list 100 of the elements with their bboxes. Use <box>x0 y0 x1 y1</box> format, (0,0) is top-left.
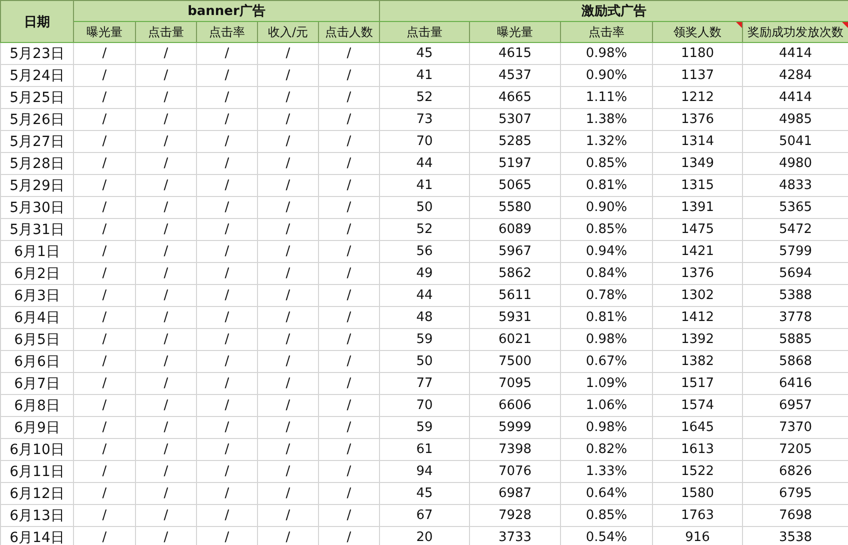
table-cell: / <box>136 416 196 438</box>
table-cell: 1412 <box>652 306 742 328</box>
date-cell: 5月31日 <box>0 218 74 240</box>
table-cell: 52 <box>380 86 470 108</box>
table-cell: 0.67% <box>560 350 652 372</box>
table-cell: / <box>136 482 196 504</box>
table-cell: / <box>258 108 318 130</box>
table-cell: / <box>196 350 258 372</box>
table-cell: / <box>196 196 258 218</box>
date-cell: 5月30日 <box>0 196 74 218</box>
table-cell: / <box>74 86 136 108</box>
table-cell: / <box>196 306 258 328</box>
table-cell: 7500 <box>470 350 560 372</box>
table-cell: 5197 <box>470 152 560 174</box>
table-cell: 70 <box>380 130 470 152</box>
table-cell: / <box>258 394 318 416</box>
table-cell: 0.85% <box>560 218 652 240</box>
date-cell: 5月27日 <box>0 130 74 152</box>
date-cell: 5月28日 <box>0 152 74 174</box>
table-cell: / <box>318 174 380 196</box>
table-cell: / <box>318 152 380 174</box>
date-cell: 6月2日 <box>0 262 74 284</box>
column-header: 日期 <box>0 0 74 42</box>
table-cell: 52 <box>380 218 470 240</box>
table-cell: 1376 <box>652 108 742 130</box>
table-cell: 94 <box>380 460 470 482</box>
table-cell: / <box>258 482 318 504</box>
table-cell: 0.90% <box>560 196 652 218</box>
date-cell: 6月10日 <box>0 438 74 460</box>
table-cell: 1763 <box>652 504 742 526</box>
table-cell: / <box>318 416 380 438</box>
table-cell: / <box>74 394 136 416</box>
table-cell: / <box>74 438 136 460</box>
table-cell: 1.06% <box>560 394 652 416</box>
table-cell: 44 <box>380 284 470 306</box>
table-cell: 70 <box>380 394 470 416</box>
table-cell: / <box>136 262 196 284</box>
table-cell: 5967 <box>470 240 560 262</box>
table-cell: 45 <box>380 482 470 504</box>
table-cell: / <box>74 152 136 174</box>
table-cell: / <box>74 174 136 196</box>
table-cell: / <box>318 306 380 328</box>
table-cell: / <box>318 108 380 130</box>
date-cell: 6月1日 <box>0 240 74 262</box>
table-cell: / <box>136 240 196 262</box>
table-cell: 6089 <box>470 218 560 240</box>
table-cell: 7076 <box>470 460 560 482</box>
table-cell: / <box>258 64 318 86</box>
table-cell: 0.85% <box>560 504 652 526</box>
table-cell: 1517 <box>652 372 742 394</box>
column-header: 点击人数 <box>318 22 380 42</box>
table-cell: 1421 <box>652 240 742 262</box>
table-cell: / <box>258 372 318 394</box>
table-cell: / <box>258 416 318 438</box>
table-cell: 1315 <box>652 174 742 196</box>
table-cell: 1212 <box>652 86 742 108</box>
table-cell: 5285 <box>470 130 560 152</box>
table-cell: / <box>74 372 136 394</box>
table-cell: / <box>196 438 258 460</box>
table-cell: / <box>318 284 380 306</box>
table-cell: / <box>196 130 258 152</box>
table-cell: / <box>136 438 196 460</box>
table-cell: / <box>196 86 258 108</box>
column-header: 收入/元 <box>258 22 318 42</box>
table-cell: / <box>258 174 318 196</box>
table-cell: / <box>318 240 380 262</box>
table-cell: / <box>136 306 196 328</box>
table-cell: / <box>74 42 136 64</box>
date-cell: 6月6日 <box>0 350 74 372</box>
table-cell: 50 <box>380 350 470 372</box>
table-cell: / <box>318 438 380 460</box>
table-cell: 1574 <box>652 394 742 416</box>
table-cell: 1.38% <box>560 108 652 130</box>
table-cell: 73 <box>380 108 470 130</box>
column-header: 点击量 <box>136 22 196 42</box>
table-cell: / <box>74 64 136 86</box>
table-cell: / <box>318 372 380 394</box>
table-cell: 0.84% <box>560 262 652 284</box>
table-cell: / <box>136 196 196 218</box>
date-cell: 6月12日 <box>0 482 74 504</box>
table-cell: / <box>258 504 318 526</box>
table-cell: 0.85% <box>560 152 652 174</box>
date-cell: 5月23日 <box>0 42 74 64</box>
table-cell: / <box>258 218 318 240</box>
table-cell: / <box>136 350 196 372</box>
table-cell: / <box>196 42 258 64</box>
table-cell: 44 <box>380 152 470 174</box>
table-cell: 5580 <box>470 196 560 218</box>
table-cell: 5611 <box>470 284 560 306</box>
date-cell: 5月29日 <box>0 174 74 196</box>
table-cell: / <box>258 306 318 328</box>
table-cell: / <box>196 64 258 86</box>
table-cell: 6606 <box>470 394 560 416</box>
table-cell: / <box>136 152 196 174</box>
table-cell: 1349 <box>652 152 742 174</box>
table-cell: / <box>318 42 380 64</box>
column-header: 曝光量 <box>470 22 560 42</box>
table-cell: 5862 <box>470 262 560 284</box>
table-cell: 1314 <box>652 130 742 152</box>
table-cell: / <box>74 130 136 152</box>
